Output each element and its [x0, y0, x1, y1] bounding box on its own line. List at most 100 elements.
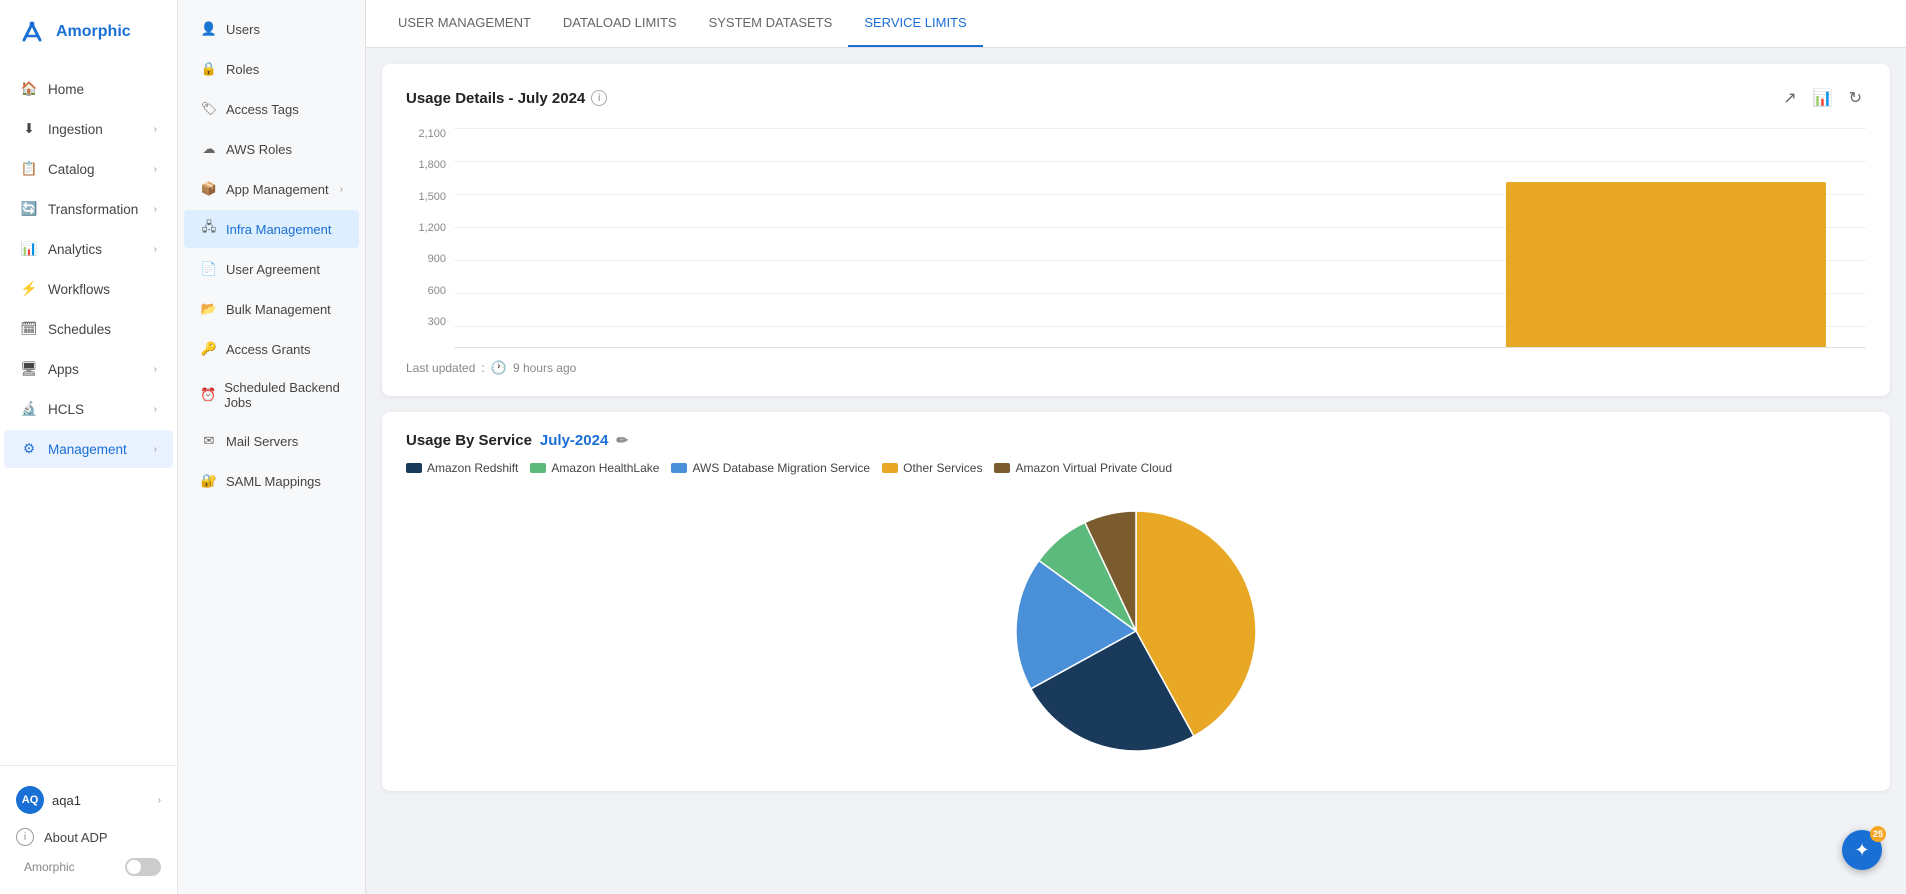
- avatar: AQ: [16, 786, 44, 814]
- submenu-item-infra-management[interactable]: 🖧 Infra Management: [184, 210, 359, 248]
- user-row[interactable]: AQ aqa1 ›: [8, 778, 169, 822]
- about-adp-link[interactable]: i About ADP: [8, 822, 169, 852]
- schedules-icon: 🗓: [20, 320, 38, 338]
- float-action-button[interactable]: ✦ 25: [1842, 830, 1882, 870]
- submenu-item-aws-roles[interactable]: ☁ AWS Roles: [184, 130, 359, 168]
- chart-line-icon[interactable]: ↗: [1779, 84, 1800, 112]
- sidebar-footer: AQ aqa1 › i About ADP Amorphic: [0, 765, 177, 894]
- chart-plot: [454, 128, 1866, 348]
- sidebar-item-workflows[interactable]: ⚡ Workflows: [4, 270, 173, 308]
- legend-dot: [530, 463, 546, 473]
- tab-user-management[interactable]: USER MANAGEMENT: [382, 0, 547, 47]
- aws-roles-icon: ☁: [200, 140, 218, 158]
- submenu-item-saml-mappings[interactable]: 🔐 SAML Mappings: [184, 462, 359, 500]
- roles-icon: 🔒: [200, 60, 218, 78]
- legend-dot: [882, 463, 898, 473]
- legend-item-amazon-healthlake: Amazon HealthLake: [530, 461, 659, 475]
- y-label-6: 300: [428, 316, 446, 328]
- sidebar-item-apps[interactable]: 🖥 Apps ›: [4, 350, 173, 388]
- sidebar-item-hcls[interactable]: 🔬 HCLS ›: [4, 390, 173, 428]
- y-label-1: 1,800: [418, 159, 446, 171]
- sidebar-item-transformation[interactable]: 🔄 Transformation ›: [4, 190, 173, 228]
- submenu-item-access-grants[interactable]: 🔑 Access Grants: [184, 330, 359, 368]
- submenu-panel: 👤 Users 🔒 Roles 🏷 Access Tags ☁ AWS Role…: [178, 0, 366, 894]
- edit-icon[interactable]: ✏: [616, 432, 628, 449]
- user-agreement-icon: 📄: [200, 260, 218, 278]
- y-label-4: 900: [428, 253, 446, 265]
- card-header: Usage Details - July 2024 i ↗ 📊 ↻: [406, 84, 1866, 112]
- pie-legend: Amazon RedshiftAmazon HealthLakeAWS Data…: [406, 461, 1866, 475]
- submenu-item-bulk-management[interactable]: 📂 Bulk Management: [184, 290, 359, 328]
- apps-chevron-icon: ›: [154, 364, 157, 375]
- mail-servers-icon: ✉: [200, 432, 218, 450]
- scheduled-backend-jobs-icon: ⏰: [200, 386, 216, 404]
- info-icon[interactable]: i: [591, 90, 607, 106]
- refresh-icon[interactable]: ↻: [1845, 84, 1866, 112]
- legend-dot: [406, 463, 422, 473]
- transformation-chevron-icon: ›: [154, 204, 157, 215]
- apps-icon: 🖥: [20, 360, 38, 378]
- card-actions: ↗ 📊 ↻: [1779, 84, 1866, 112]
- usage-details-title: Usage Details - July 2024: [406, 90, 585, 107]
- submenu-label-roles: Roles: [226, 62, 259, 77]
- clock-icon: 🕐: [491, 360, 507, 376]
- usage-month: July-2024: [540, 432, 608, 449]
- ingestion-chevron-icon: ›: [154, 124, 157, 135]
- usage-details-card: Usage Details - July 2024 i ↗ 📊 ↻ 2,100 …: [382, 64, 1890, 396]
- submenu-label-scheduled-backend-jobs: Scheduled Backend Jobs: [224, 380, 343, 410]
- pie-section-title: Usage By Service July-2024 ✏: [406, 432, 1866, 449]
- submenu-label-bulk-management: Bulk Management: [226, 302, 331, 317]
- sidebar-item-catalog[interactable]: 📋 Catalog ›: [4, 150, 173, 188]
- submenu-item-mail-servers[interactable]: ✉ Mail Servers: [184, 422, 359, 460]
- legend-item-amazon-redshift: Amazon Redshift: [406, 461, 518, 475]
- submenu-item-scheduled-backend-jobs[interactable]: ⏰ Scheduled Backend Jobs: [184, 370, 359, 420]
- workflows-icon: ⚡: [20, 280, 38, 298]
- submenu-item-user-agreement[interactable]: 📄 User Agreement: [184, 250, 359, 288]
- info-circle-icon: i: [16, 828, 34, 846]
- pie-chart: [976, 491, 1296, 771]
- hcls-icon: 🔬: [20, 400, 38, 418]
- sidebar-item-label-management: Management: [48, 442, 127, 457]
- chart-bar-icon[interactable]: 📊: [1809, 84, 1837, 112]
- management-icon: ⚙: [20, 440, 38, 458]
- analytics-icon: 📊: [20, 240, 38, 258]
- usage-by-service-label: Usage By Service: [406, 432, 532, 449]
- float-badge: 25: [1870, 826, 1886, 842]
- submenu-label-user-agreement: User Agreement: [226, 262, 320, 277]
- sidebar-item-ingestion[interactable]: ⬇ Ingestion ›: [4, 110, 173, 148]
- submenu-item-app-management[interactable]: 📦 App Management ›: [184, 170, 359, 208]
- legend-item-amazon-virtual-private-cloud: Amazon Virtual Private Cloud: [994, 461, 1172, 475]
- main-content: USER MANAGEMENTDATALOAD LIMITSSYSTEM DAT…: [366, 0, 1906, 894]
- theme-toggle[interactable]: [125, 858, 161, 876]
- submenu-label-access-grants: Access Grants: [226, 342, 311, 357]
- float-icon: ✦: [1854, 840, 1869, 861]
- y-label-5: 600: [428, 285, 446, 297]
- legend-item-other-services: Other Services: [882, 461, 982, 475]
- sidebar-item-schedules[interactable]: 🗓 Schedules: [4, 310, 173, 348]
- last-updated-value: 9 hours ago: [513, 361, 576, 375]
- app-name: Amorphic: [56, 23, 131, 41]
- access-tags-icon: 🏷: [200, 100, 218, 118]
- access-grants-icon: 🔑: [200, 340, 218, 358]
- submenu-label-app-management: App Management: [226, 182, 329, 197]
- brand-label: Amorphic: [16, 856, 83, 878]
- tab-service-limits[interactable]: SERVICE LIMITS: [848, 0, 982, 47]
- submenu-item-roles[interactable]: 🔒 Roles: [184, 50, 359, 88]
- content-area: Usage Details - July 2024 i ↗ 📊 ↻ 2,100 …: [366, 48, 1906, 894]
- sidebar-item-management[interactable]: ⚙ Management ›: [4, 430, 173, 468]
- logo[interactable]: Amorphic: [0, 0, 177, 60]
- y-label-2: 1,500: [418, 191, 446, 203]
- sidebar-item-home[interactable]: 🏠 Home: [4, 70, 173, 108]
- sidebar-item-label-catalog: Catalog: [48, 162, 95, 177]
- infra-management-icon: 🖧: [200, 220, 218, 238]
- tab-system-datasets[interactable]: SYSTEM DATASETS: [693, 0, 849, 47]
- submenu-item-access-tags[interactable]: 🏷 Access Tags: [184, 90, 359, 128]
- sidebar-item-analytics[interactable]: 📊 Analytics ›: [4, 230, 173, 268]
- y-axis: 2,100 1,800 1,500 1,200 900 600 300: [406, 128, 446, 348]
- last-updated-label: Last updated: [406, 361, 475, 375]
- pie-chart-wrapper: [406, 491, 1866, 771]
- submenu-label-saml-mappings: SAML Mappings: [226, 474, 321, 489]
- sidebar-item-label-analytics: Analytics: [48, 242, 102, 257]
- submenu-item-users[interactable]: 👤 Users: [184, 10, 359, 48]
- tab-dataload-limits[interactable]: DATALOAD LIMITS: [547, 0, 693, 47]
